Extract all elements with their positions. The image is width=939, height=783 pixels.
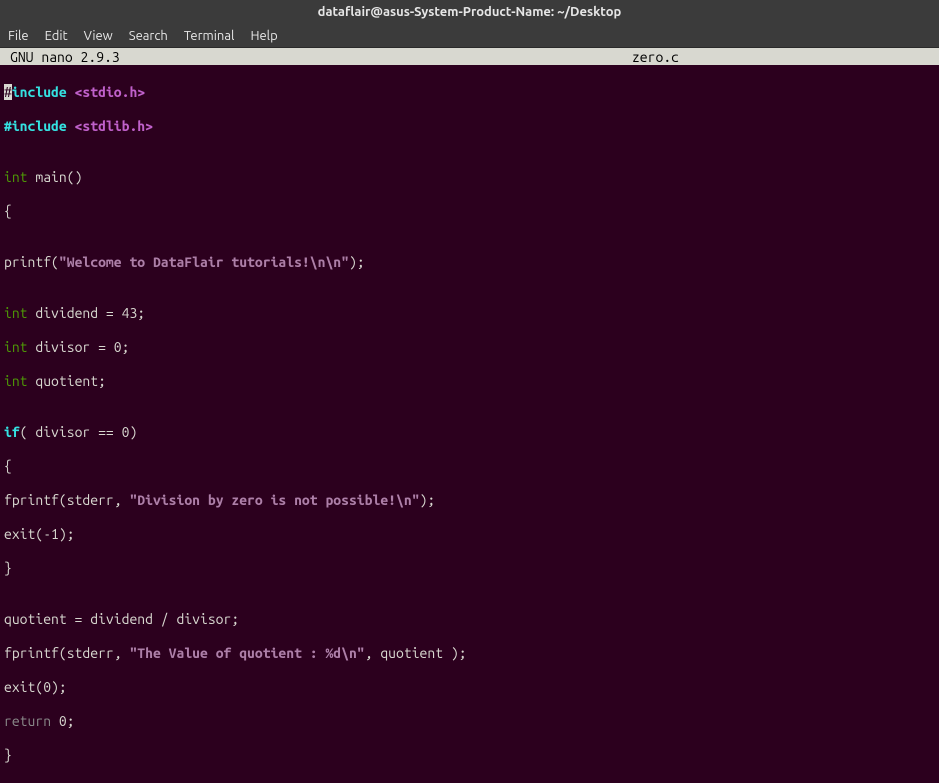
- menu-view[interactable]: View: [84, 29, 113, 43]
- menu-terminal[interactable]: Terminal: [184, 29, 235, 43]
- menubar: File Edit View Search Terminal Help: [0, 24, 939, 48]
- nano-app-name: GNU nano 2.9.3: [0, 49, 120, 65]
- menu-file[interactable]: File: [8, 29, 29, 43]
- menu-help[interactable]: Help: [250, 29, 277, 43]
- window-titlebar: dataflair@asus-System-Product-Name: ~/De…: [0, 0, 939, 24]
- window-title: dataflair@asus-System-Product-Name: ~/De…: [318, 5, 622, 19]
- nano-filename: zero.c: [632, 49, 939, 65]
- text-cursor: #: [4, 84, 12, 100]
- menu-edit[interactable]: Edit: [45, 29, 68, 43]
- nano-titlebar: GNU nano 2.9.3 zero.c: [0, 48, 939, 65]
- editor-area[interactable]: #include <stdio.h> #include <stdlib.h> i…: [0, 65, 939, 783]
- menu-search[interactable]: Search: [129, 29, 168, 43]
